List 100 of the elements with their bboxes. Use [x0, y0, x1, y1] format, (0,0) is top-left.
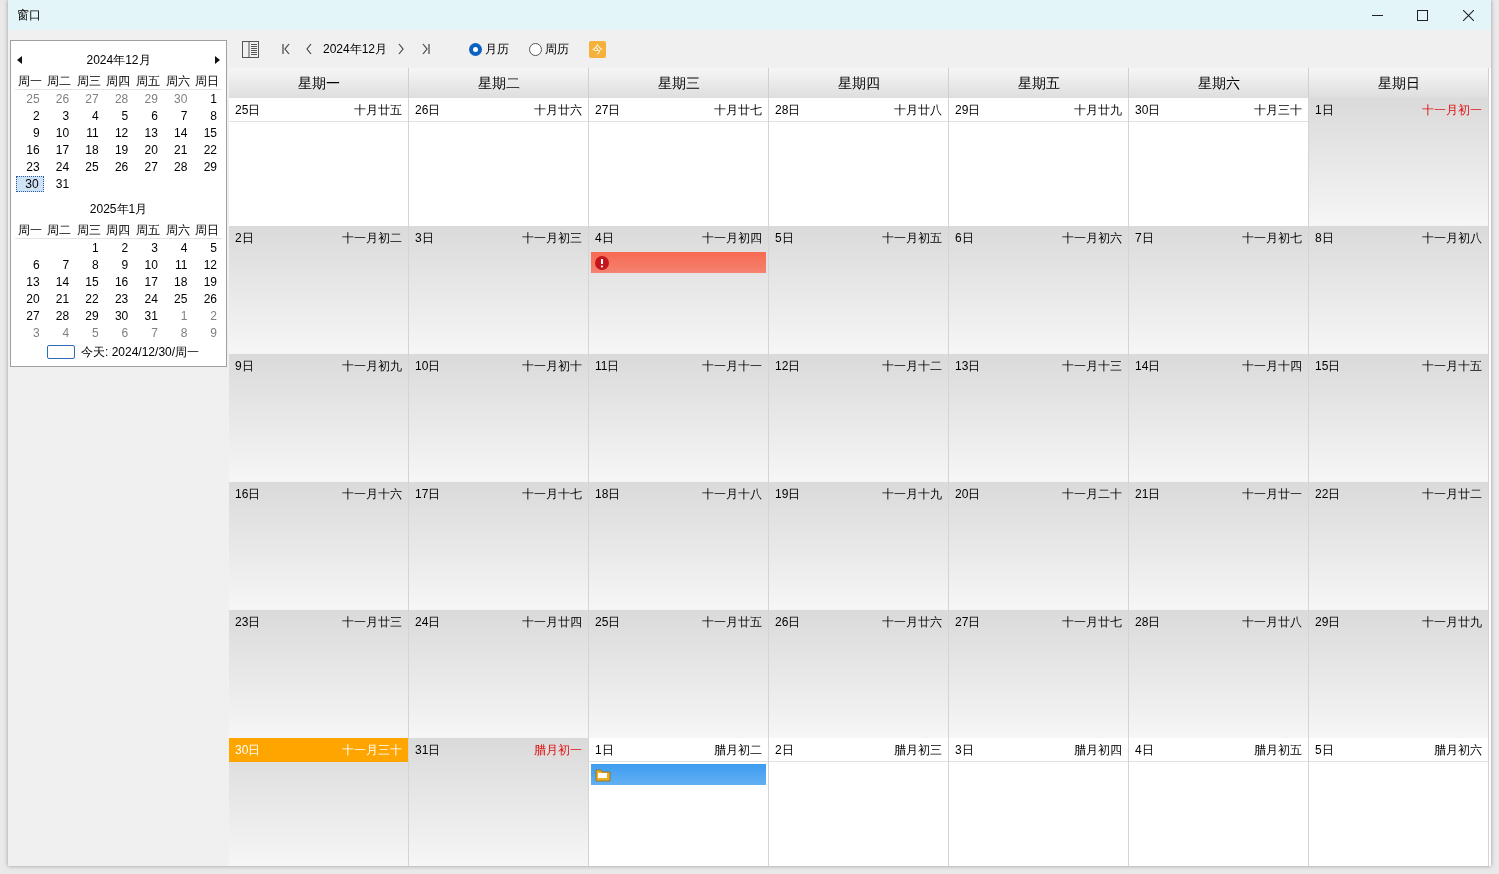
- date-cell[interactable]: 12: [103, 124, 134, 141]
- day-cell[interactable]: 15日 十一月十五: [1309, 354, 1489, 482]
- day-cell[interactable]: 1日 十一月初一: [1309, 98, 1489, 226]
- date-cell[interactable]: 30: [16, 175, 44, 192]
- date-cell[interactable]: 14: [162, 124, 193, 141]
- day-cell[interactable]: 11日 十一月十一: [589, 354, 769, 482]
- date-cell[interactable]: 30: [162, 90, 193, 107]
- day-cell[interactable]: 12日 十一月十二: [769, 354, 949, 482]
- date-cell[interactable]: 2: [15, 107, 45, 124]
- day-cell[interactable]: 29日 十月廿九: [949, 98, 1129, 226]
- date-cell[interactable]: 28: [44, 307, 75, 324]
- date-cell[interactable]: 25: [15, 90, 45, 107]
- day-cell[interactable]: 2日 腊月初三: [769, 738, 949, 866]
- day-cell[interactable]: 6日 十一月初六: [949, 226, 1129, 354]
- date-cell[interactable]: 9: [15, 124, 45, 141]
- date-cell[interactable]: 5: [74, 324, 104, 341]
- date-cell[interactable]: 29: [133, 90, 163, 107]
- date-cell[interactable]: 29: [192, 158, 222, 175]
- date-cell[interactable]: 2: [103, 239, 134, 256]
- day-cell[interactable]: 4日 腊月初五: [1129, 738, 1309, 866]
- day-cell[interactable]: 5日 十一月初五: [769, 226, 949, 354]
- date-cell[interactable]: 3: [15, 324, 45, 341]
- date-cell[interactable]: 27: [133, 158, 163, 175]
- day-cell[interactable]: 28日 十一月廿八: [1129, 610, 1309, 738]
- day-cell[interactable]: 17日 十一月十七: [409, 482, 589, 610]
- date-cell[interactable]: 23: [103, 290, 134, 307]
- date-cell[interactable]: 11: [162, 256, 193, 273]
- day-cell[interactable]: 20日 十一月二十: [949, 482, 1129, 610]
- day-cell[interactable]: 24日 十一月廿四: [409, 610, 589, 738]
- date-cell[interactable]: 17: [44, 141, 75, 158]
- date-cell[interactable]: 22: [192, 141, 222, 158]
- date-cell[interactable]: 16: [15, 141, 45, 158]
- date-cell[interactable]: 3: [44, 107, 75, 124]
- today-link[interactable]: 今天: 2024/12/30/周一: [81, 343, 200, 361]
- date-cell[interactable]: 7: [44, 256, 75, 273]
- date-cell[interactable]: 18: [74, 141, 104, 158]
- day-cell[interactable]: 5日 腊月初六: [1309, 738, 1489, 866]
- day-cell[interactable]: 31日 腊月初一: [409, 738, 589, 866]
- day-cell[interactable]: 25日 十一月廿五: [589, 610, 769, 738]
- date-cell[interactable]: 1: [192, 90, 222, 107]
- date-cell[interactable]: 5: [103, 107, 134, 124]
- date-cell[interactable]: 11: [74, 124, 104, 141]
- day-cell[interactable]: 26日 十一月廿六: [769, 610, 949, 738]
- day-cell[interactable]: 25日 十月廿五: [229, 98, 409, 226]
- date-cell[interactable]: 25: [74, 158, 104, 175]
- date-cell[interactable]: 29: [74, 307, 104, 324]
- date-cell[interactable]: 3: [133, 239, 163, 256]
- date-cell[interactable]: 4: [74, 107, 104, 124]
- date-cell[interactable]: 12: [192, 256, 222, 273]
- previous-month-button[interactable]: [17, 55, 25, 65]
- date-cell[interactable]: 8: [74, 256, 104, 273]
- date-cell[interactable]: 2: [192, 307, 222, 324]
- date-cell[interactable]: 17: [133, 273, 163, 290]
- day-cell[interactable]: 27日 十月廿七: [589, 98, 769, 226]
- view-radio[interactable]: 周历: [529, 40, 570, 58]
- last-page-icon[interactable]: [420, 42, 433, 56]
- date-cell[interactable]: 27: [74, 90, 104, 107]
- date-cell[interactable]: 25: [162, 290, 193, 307]
- day-cell[interactable]: 7日 十一月初七: [1129, 226, 1309, 354]
- view-radio[interactable]: 月历: [469, 40, 510, 58]
- day-cell[interactable]: 16日 十一月十六: [229, 482, 409, 610]
- date-cell[interactable]: 1: [74, 239, 104, 256]
- day-cell[interactable]: 3日 腊月初四: [949, 738, 1129, 866]
- date-cell[interactable]: 19: [192, 273, 222, 290]
- day-cell[interactable]: 26日 十月廿六: [409, 98, 589, 226]
- date-cell[interactable]: 20: [133, 141, 163, 158]
- date-cell[interactable]: 15: [74, 273, 104, 290]
- date-cell[interactable]: 31: [44, 175, 75, 192]
- day-cell[interactable]: 30日 十月三十: [1129, 98, 1309, 226]
- date-cell[interactable]: 16: [103, 273, 134, 290]
- date-cell[interactable]: 24: [133, 290, 163, 307]
- day-cell[interactable]: 14日 十一月十四: [1129, 354, 1309, 482]
- day-cell[interactable]: 19日 十一月十九: [769, 482, 949, 610]
- date-cell[interactable]: 26: [103, 158, 134, 175]
- date-cell[interactable]: 24: [44, 158, 75, 175]
- date-cell[interactable]: 26: [192, 290, 222, 307]
- date-cell[interactable]: 30: [103, 307, 134, 324]
- day-cell[interactable]: 23日 十一月廿三: [229, 610, 409, 738]
- date-cell[interactable]: 20: [15, 290, 45, 307]
- date-cell[interactable]: 9: [103, 256, 134, 273]
- date-cell[interactable]: 13: [133, 124, 163, 141]
- date-cell[interactable]: 31: [133, 307, 163, 324]
- day-cell[interactable]: 2日 十一月初二: [229, 226, 409, 354]
- date-cell[interactable]: 22: [74, 290, 104, 307]
- date-cell[interactable]: 18: [162, 273, 193, 290]
- next-month-button[interactable]: [212, 55, 220, 65]
- date-cell[interactable]: 21: [162, 141, 193, 158]
- date-cell[interactable]: 6: [133, 107, 163, 124]
- date-cell[interactable]: 7: [133, 324, 163, 341]
- day-cell[interactable]: 29日 十一月廿九: [1309, 610, 1489, 738]
- day-cell[interactable]: 8日 十一月初八: [1309, 226, 1489, 354]
- date-cell[interactable]: 28: [103, 90, 134, 107]
- date-cell[interactable]: 5: [192, 239, 222, 256]
- date-cell[interactable]: 28: [162, 158, 193, 175]
- day-cell[interactable]: 13日 十一月十三: [949, 354, 1129, 482]
- date-cell[interactable]: 14: [44, 273, 75, 290]
- date-cell[interactable]: 6: [15, 256, 45, 273]
- day-cell[interactable]: 27日 十一月廿七: [949, 610, 1129, 738]
- date-cell[interactable]: 6: [103, 324, 134, 341]
- sidebar-toggle-icon[interactable]: [242, 40, 260, 58]
